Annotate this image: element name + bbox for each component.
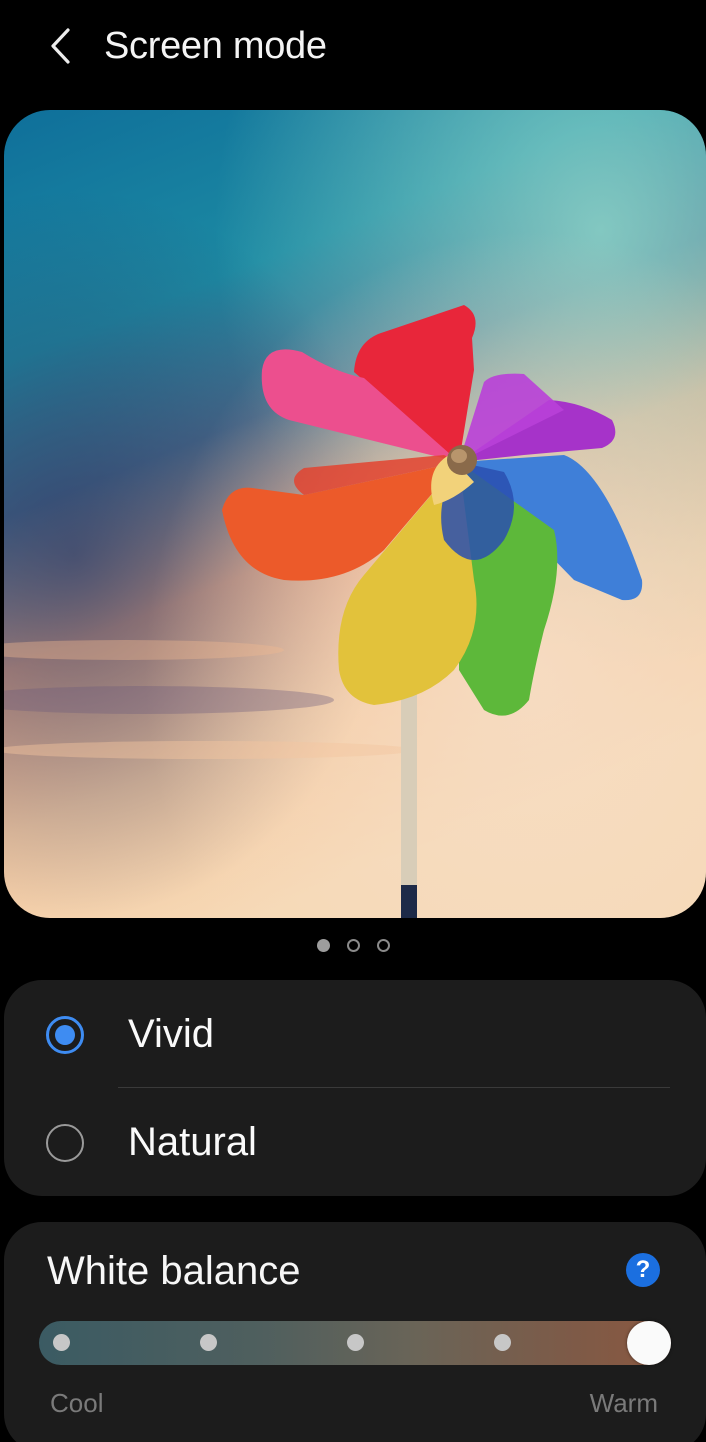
page-title: Screen mode [104, 25, 327, 67]
question-mark-icon[interactable]: ? [626, 1253, 660, 1287]
white-balance-card: White balance ? Cool Warm [4, 1222, 706, 1442]
page-indicator-dot-active[interactable] [316, 938, 330, 952]
radio-selected-icon[interactable] [46, 1016, 84, 1054]
white-balance-slider[interactable] [39, 1321, 671, 1365]
pinwheel-illustration [4, 110, 706, 918]
white-balance-title: White balance [47, 1249, 301, 1293]
mode-label-natural: Natural [128, 1120, 257, 1164]
slider-thumb[interactable] [627, 1321, 671, 1365]
screen-mode-page: Screen mode Vivid Natural White balance … [0, 0, 706, 1442]
preview-image[interactable] [4, 110, 706, 918]
page-indicator [0, 936, 706, 954]
page-indicator-dot[interactable] [346, 938, 360, 952]
slider-min-label: Cool [50, 1388, 104, 1418]
app-header: Screen mode [0, 0, 706, 96]
chevron-left-icon [51, 28, 70, 64]
page-indicator-dot[interactable] [376, 938, 390, 952]
slider-step-dot[interactable] [346, 1334, 364, 1351]
slider-step-dot[interactable] [493, 1334, 511, 1351]
mode-option-natural[interactable]: Natural [4, 1088, 706, 1196]
radio-unselected-icon[interactable] [46, 1124, 84, 1162]
slider-step-dot[interactable] [52, 1334, 70, 1351]
mode-label-vivid: Vivid [128, 1012, 214, 1056]
slider-step-dot[interactable] [199, 1334, 217, 1351]
mode-option-vivid[interactable]: Vivid [4, 980, 706, 1088]
slider-max-label: Warm [589, 1388, 658, 1418]
screen-mode-options: Vivid Natural [4, 980, 706, 1196]
back-button[interactable] [38, 22, 82, 70]
